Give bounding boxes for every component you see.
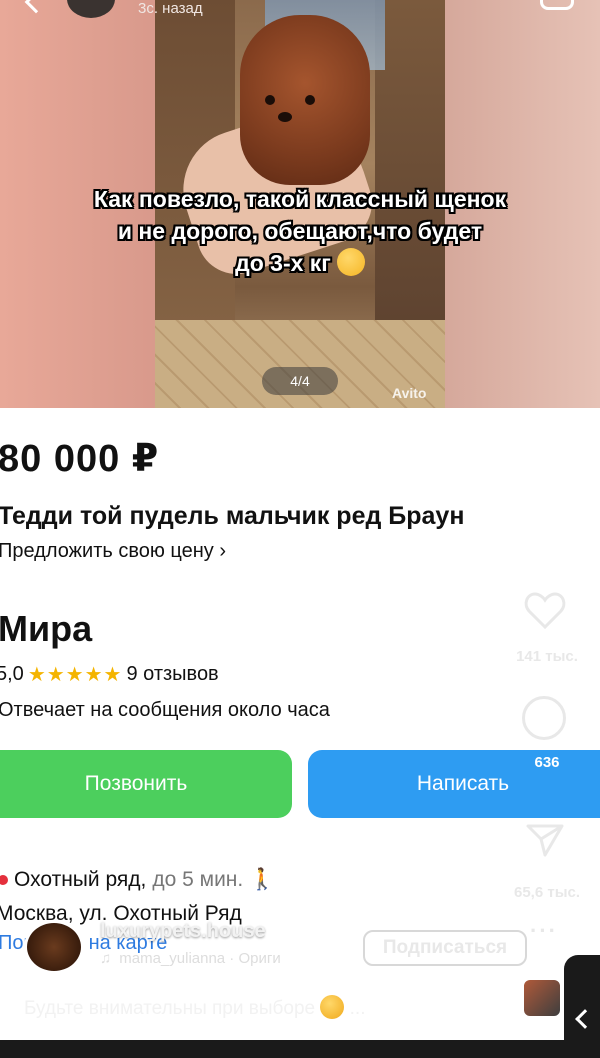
listing-title: Тедди той пудель мальчик ред Браун xyxy=(0,502,465,530)
response-time: Отвечает на сообщения около часа xyxy=(0,699,330,721)
subscribe-button[interactable]: Подписаться xyxy=(363,930,527,966)
like-heart-icon[interactable] xyxy=(524,590,566,630)
description-text: Будьте внимательны при выборе xyxy=(24,998,316,1019)
comment-icon[interactable] xyxy=(522,696,566,740)
metro-info: Охотный ряд, до 5 мин. 🚶 xyxy=(0,868,275,892)
music-note-icon: ♫ xyxy=(100,950,112,967)
seller-rating[interactable]: 5,0 ★★★★★ 9 отзывов xyxy=(0,662,219,687)
caption-line-2: и не дорого, обещают,что будет xyxy=(117,218,483,244)
author-username[interactable]: luxurypets.house xyxy=(100,920,266,943)
metro-time: до 5 мин. xyxy=(152,868,244,891)
description-more: ... xyxy=(349,998,366,1019)
post-time: 3с. назад xyxy=(138,0,203,17)
likes-count: 141 тыс. xyxy=(516,648,578,665)
listing-price: 80 000 ₽ xyxy=(0,438,160,480)
audio-thumbnail[interactable] xyxy=(522,978,562,1018)
bottom-bar xyxy=(0,1040,600,1058)
send-icon[interactable] xyxy=(525,822,565,858)
seller-name[interactable]: Мира xyxy=(0,608,92,650)
photo-pager: 4/4 xyxy=(262,367,338,395)
reviews-count: 9 отзывов xyxy=(126,663,219,685)
offer-price-label: Предложить свою цену xyxy=(0,540,214,562)
metro-dot-icon xyxy=(0,875,8,885)
walking-icon: 🚶 xyxy=(249,868,276,891)
smiling-hearts-emoji-icon xyxy=(336,248,365,276)
call-button[interactable]: Позвонить xyxy=(0,750,292,818)
avito-watermark: Avito xyxy=(392,385,427,401)
metro-station: Охотный ряд, xyxy=(14,868,147,891)
reel-screen: 3с. назад Как повезло, такой классный ще… xyxy=(0,0,600,1058)
comments-count: 636 xyxy=(534,754,560,771)
shares-count: 65,6 тыс. xyxy=(513,884,581,901)
video-caption: Как повезло, такой классный щенок и не д… xyxy=(30,183,570,279)
audio-name: mama_yulianna · Ориги xyxy=(119,950,281,967)
camera-icon[interactable] xyxy=(540,0,574,10)
offer-price-link[interactable]: Предложить свою цену › xyxy=(0,540,226,563)
reel-description[interactable]: Будьте внимательны при выборе ... xyxy=(24,995,366,1020)
author-avatar[interactable] xyxy=(24,920,84,974)
more-options-icon[interactable]: ··· xyxy=(530,918,558,944)
laughing-emoji-icon xyxy=(320,995,345,1019)
stars-icon: ★★★★★ xyxy=(27,664,123,686)
rating-value: 5,0 xyxy=(0,663,24,685)
caption-line-3: до 3-х кг xyxy=(235,250,331,276)
caption-line-1: Как повезло, такой классный щенок xyxy=(93,186,507,212)
audio-info[interactable]: ♫ mama_yulianna · Ориги xyxy=(100,950,281,967)
chevron-right-icon: › xyxy=(219,540,227,562)
